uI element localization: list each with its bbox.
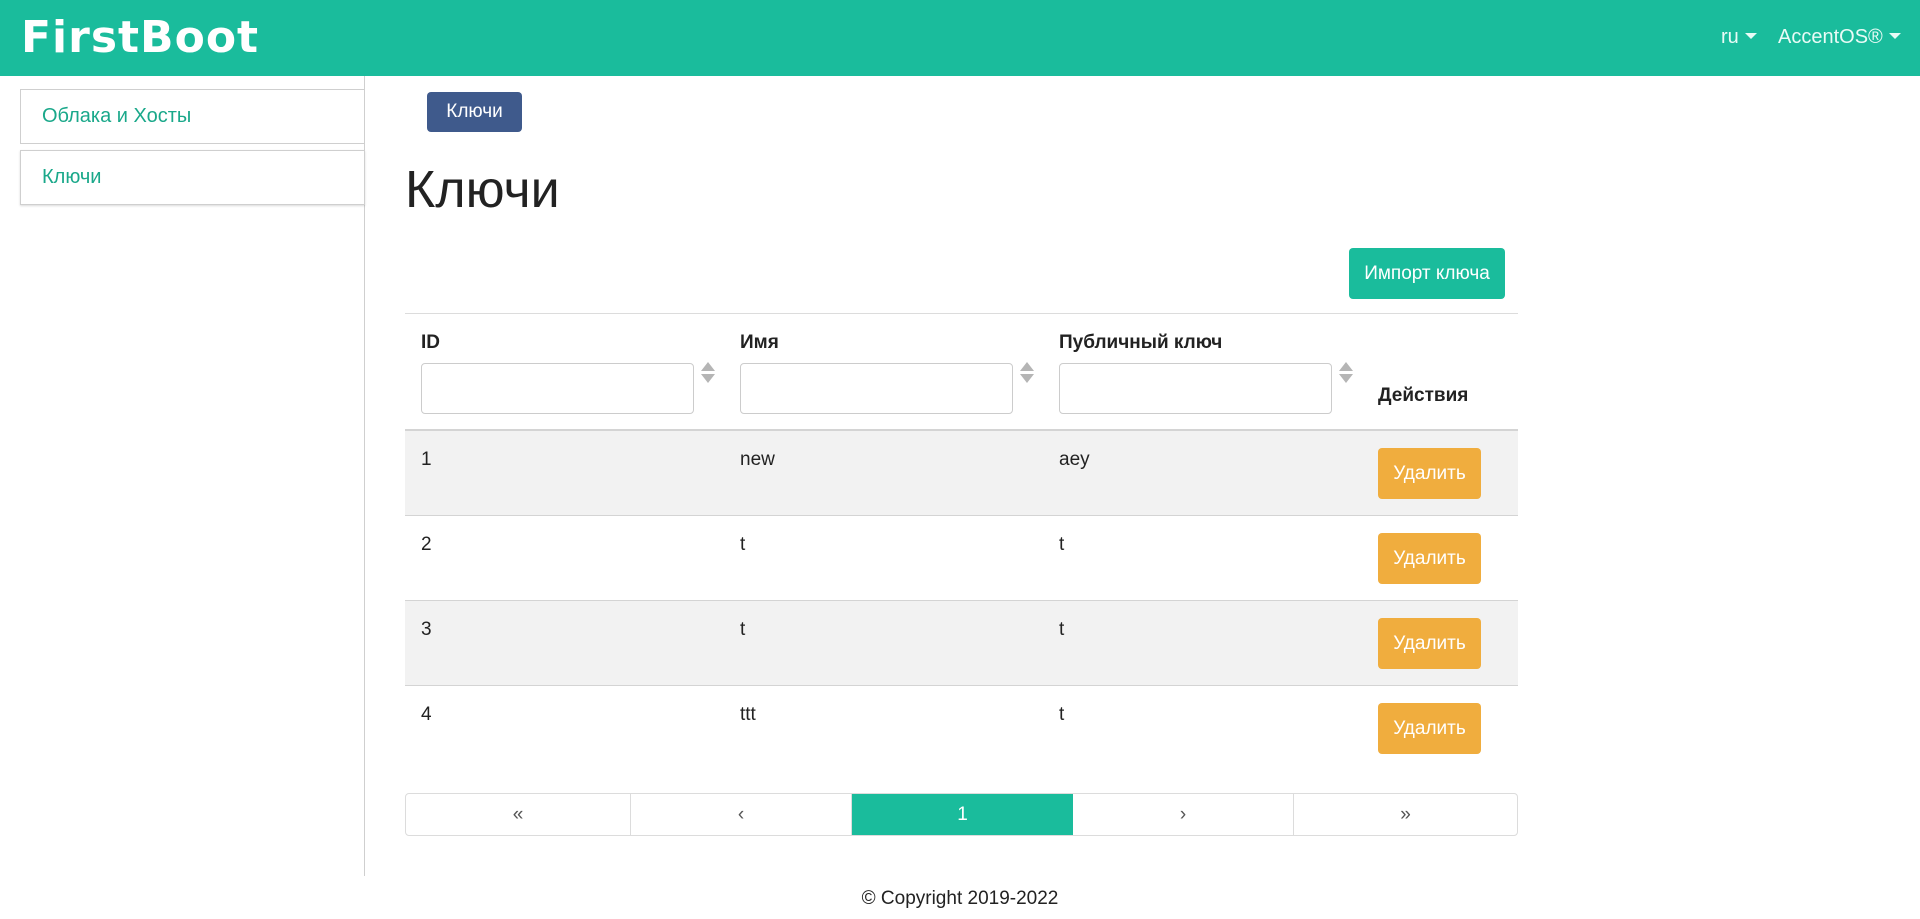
brand-logo[interactable]: FirstBoot bbox=[21, 12, 259, 64]
table-row: 2 t t Удалить bbox=[405, 516, 1518, 601]
cell-public-key: t bbox=[1059, 619, 1065, 640]
user-label: AccentOS® bbox=[1778, 26, 1883, 48]
import-key-button[interactable]: Импорт ключа bbox=[1349, 248, 1505, 299]
pagination-last[interactable]: » bbox=[1294, 794, 1517, 835]
user-dropdown[interactable]: AccentOS® bbox=[1778, 24, 1901, 50]
column-header-id[interactable]: ID bbox=[421, 332, 440, 354]
pagination-next[interactable]: › bbox=[1073, 794, 1294, 835]
sort-id-icon[interactable] bbox=[700, 362, 716, 386]
pagination-first[interactable]: « bbox=[406, 794, 631, 835]
table-top-divider bbox=[405, 313, 1518, 314]
page-title: Ключи bbox=[405, 161, 560, 219]
sort-public-key-icon[interactable] bbox=[1338, 362, 1354, 386]
sidebar-item-keys[interactable]: Ключи bbox=[20, 150, 365, 205]
table-row: 3 t t Удалить bbox=[405, 601, 1518, 686]
table-row: 4 ttt t Удалить bbox=[405, 686, 1518, 771]
cell-id: 3 bbox=[421, 619, 432, 640]
table-row: 1 new aey Удалить bbox=[405, 431, 1518, 516]
chevron-down-icon bbox=[1888, 32, 1901, 39]
column-header-public-key[interactable]: Публичный ключ bbox=[1059, 332, 1222, 354]
cell-id: 4 bbox=[421, 704, 432, 725]
sidebar-item-clouds-hosts[interactable]: Облака и Хосты bbox=[20, 89, 365, 144]
chevron-down-icon bbox=[1744, 32, 1757, 39]
delete-button[interactable]: Удалить bbox=[1378, 448, 1481, 499]
language-dropdown[interactable]: ru bbox=[1721, 24, 1757, 50]
delete-button[interactable]: Удалить bbox=[1378, 703, 1481, 754]
name-filter-input[interactable] bbox=[740, 363, 1013, 414]
breadcrumb-keys[interactable]: Ключи bbox=[427, 92, 522, 132]
delete-button[interactable]: Удалить bbox=[1378, 533, 1481, 584]
column-header-actions: Действия bbox=[1378, 385, 1469, 406]
cell-name: t bbox=[740, 619, 746, 640]
pagination: « ‹ 1 › » bbox=[405, 793, 1518, 836]
language-label: ru bbox=[1721, 26, 1739, 48]
public-key-filter-input[interactable] bbox=[1059, 363, 1332, 414]
cell-id: 2 bbox=[421, 534, 432, 555]
top-navbar: FirstBoot ru AccentOS® bbox=[0, 0, 1920, 76]
pagination-prev[interactable]: ‹ bbox=[631, 794, 852, 835]
delete-button[interactable]: Удалить bbox=[1378, 618, 1481, 669]
cell-name: ttt bbox=[740, 704, 756, 725]
cell-name: new bbox=[740, 449, 775, 470]
column-header-name[interactable]: Имя bbox=[740, 332, 779, 354]
cell-name: t bbox=[740, 534, 746, 555]
cell-id: 1 bbox=[421, 449, 432, 470]
footer-copyright: © Copyright 2019-2022 bbox=[861, 888, 1059, 909]
pagination-current-page[interactable]: 1 bbox=[852, 794, 1073, 835]
cell-public-key: t bbox=[1059, 534, 1065, 555]
cell-public-key: t bbox=[1059, 704, 1065, 725]
sort-name-icon[interactable] bbox=[1019, 362, 1035, 386]
id-filter-input[interactable] bbox=[421, 363, 694, 414]
cell-public-key: aey bbox=[1059, 449, 1090, 470]
